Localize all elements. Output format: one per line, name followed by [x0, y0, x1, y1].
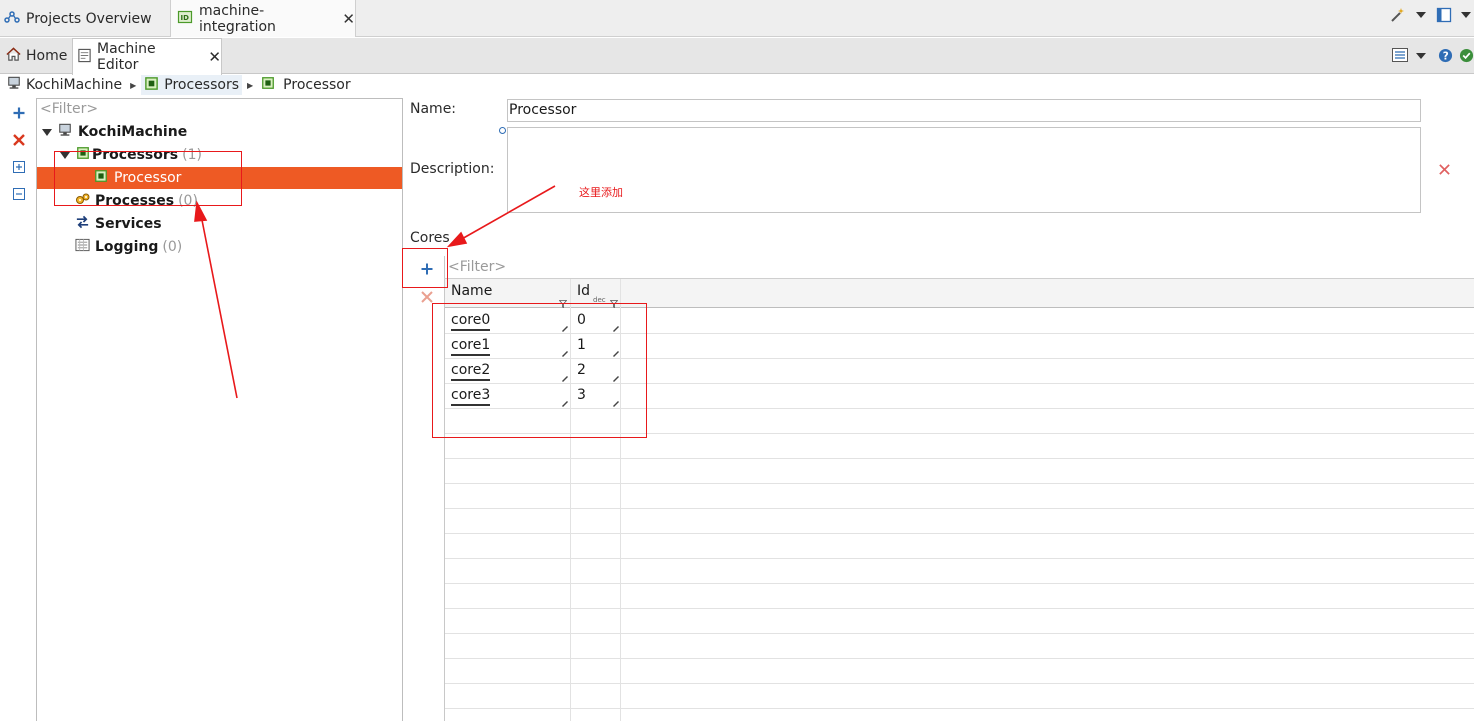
annotation-arrows [194, 185, 556, 399]
